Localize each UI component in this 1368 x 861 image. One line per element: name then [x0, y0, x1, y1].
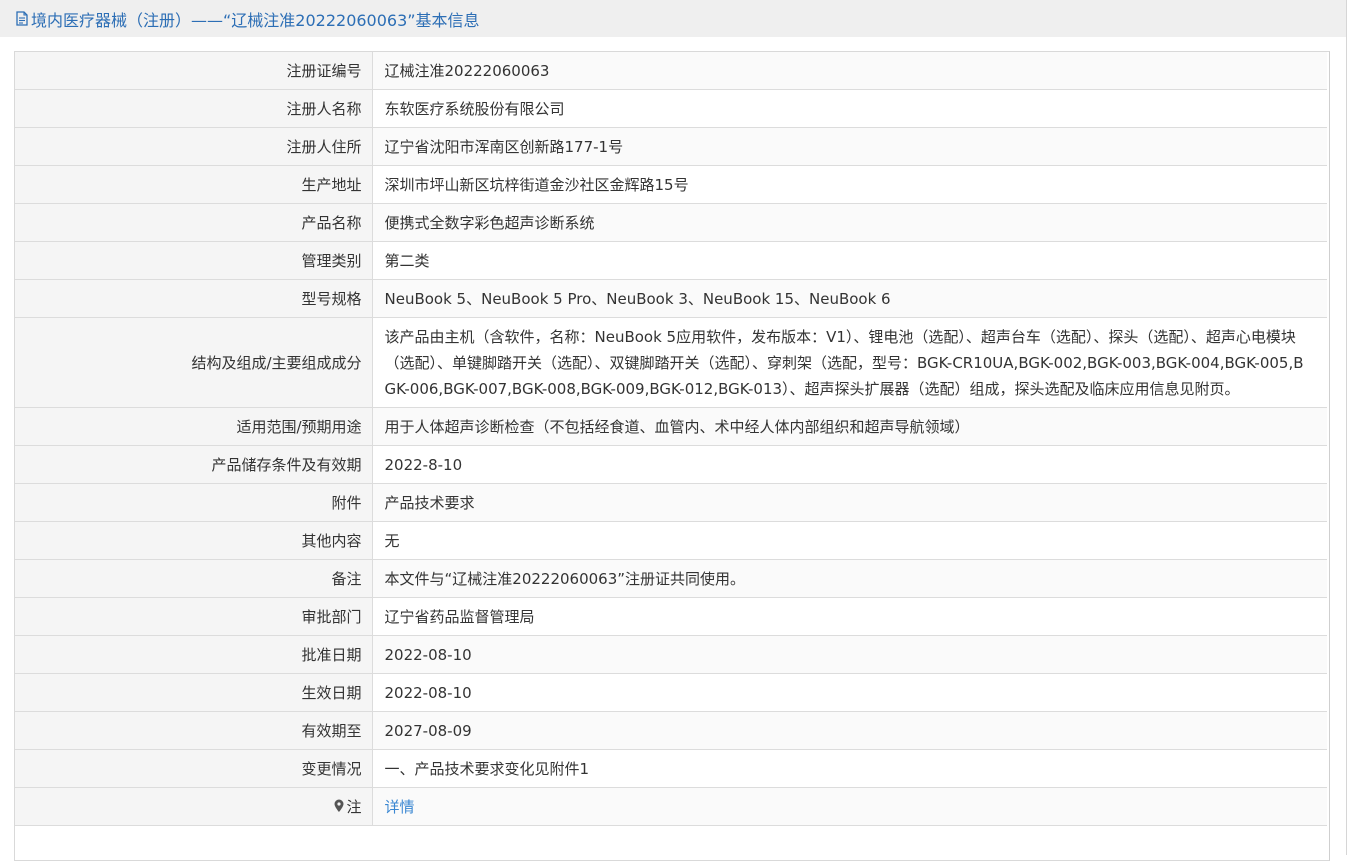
table-row: 注册人名称 东软医疗系统股份有限公司 — [15, 89, 1327, 128]
table-row: 备注 本文件与“辽械注准20222060063”注册证共同使用。 — [15, 559, 1327, 598]
field-value: 产品技术要求 — [372, 483, 1327, 522]
table-row: 管理类别 第二类 — [15, 241, 1327, 280]
field-label: 注册证编号 — [15, 52, 373, 90]
table-row: 变更情况 一、产品技术要求变化见附件1 — [15, 749, 1327, 788]
table-row-note: 注 详情 — [15, 787, 1327, 826]
scrollbar-track[interactable] — [1346, 0, 1347, 855]
field-value: 便携式全数字彩色超声诊断系统 — [372, 203, 1327, 242]
table-row: 产品名称 便携式全数字彩色超声诊断系统 — [15, 203, 1327, 242]
table-row: 其他内容无 — [15, 521, 1327, 560]
field-value: 东软医疗系统股份有限公司 — [372, 89, 1327, 128]
field-value: 本文件与“辽械注准20222060063”注册证共同使用。 — [372, 559, 1327, 598]
note-label: 注 — [346, 798, 362, 816]
field-label: 生效日期 — [15, 673, 373, 712]
field-value: 无 — [372, 521, 1327, 560]
table-row: 适用范围/预期用途 用于人体超声诊断检查（不包括经食道、血管内、术中经人体内部组织… — [15, 407, 1327, 446]
table-row: 生效日期 2022-08-10 — [15, 673, 1327, 712]
field-value: 2022-8-10 — [372, 445, 1327, 484]
field-label: 注册人住所 — [15, 127, 373, 166]
field-value: 2022-08-10 — [372, 635, 1327, 674]
field-label: 附件 — [15, 483, 373, 522]
info-table: 注册证编号 辽械注准20222060063 注册人名称 东软医疗系统股份有限公司 注册人… — [15, 52, 1327, 826]
note-value-cell: 详情 — [372, 787, 1327, 826]
field-label: 适用范围/预期用途 — [15, 407, 373, 446]
field-value: 第二类 — [372, 241, 1327, 280]
table-row: 有效期至 2027-08-09 — [15, 711, 1327, 750]
field-label: 结构及组成/主要组成成分 — [15, 317, 373, 408]
note-label-cell: 注 — [15, 787, 373, 826]
page-title: 境内医疗器械（注册）——“辽械注准20222060063”基本信息 — [31, 10, 480, 30]
field-label: 其他内容 — [15, 521, 373, 560]
field-value: 深圳市坪山新区坑梓街道金沙社区金辉路15号 — [372, 165, 1327, 204]
field-label: 变更情况 — [15, 749, 373, 788]
field-label: 注册人名称 — [15, 89, 373, 128]
table-row: 注册人住所 辽宁省沈阳市浑南区创新路177-1号 — [15, 127, 1327, 166]
table-row: 产品储存条件及有效期 2022-8-10 — [15, 445, 1327, 484]
table-row: 附件 产品技术要求 — [15, 483, 1327, 522]
field-value: 辽械注准20222060063 — [372, 52, 1327, 90]
field-value: 辽宁省药品监督管理局 — [372, 597, 1327, 636]
table-row: 注册证编号 辽械注准20222060063 — [15, 52, 1327, 90]
field-label: 备注 — [15, 559, 373, 598]
table-row: 型号规格 NeuBook 5、NeuBook 5 Pro、NeuBook 3、Ne… — [15, 279, 1327, 318]
field-label: 生产地址 — [15, 165, 373, 204]
field-label: 型号规格 — [15, 279, 373, 318]
page-header: 境内医疗器械（注册）——“辽械注准20222060063”基本信息 — [0, 0, 1346, 37]
field-value: 2027-08-09 — [372, 711, 1327, 750]
table-row: 审批部门 辽宁省药品监督管理局 — [15, 597, 1327, 636]
field-label: 管理类别 — [15, 241, 373, 280]
field-value: 该产品由主机（含软件，名称：NeuBook 5应用软件，发布版本：V1）、锂电池… — [372, 317, 1327, 408]
table-row: 结构及组成/主要组成成分 该产品由主机（含软件，名称：NeuBook 5应用软件，… — [15, 317, 1327, 408]
field-label: 批准日期 — [15, 635, 373, 674]
field-label: 产品储存条件及有效期 — [15, 445, 373, 484]
map-pin-icon — [333, 795, 345, 812]
info-panel: 注册证编号 辽械注准20222060063 注册人名称 东软医疗系统股份有限公司 注册人… — [14, 51, 1330, 861]
document-icon — [16, 11, 28, 26]
table-row: 生产地址 深圳市坪山新区坑梓街道金沙社区金辉路15号 — [15, 165, 1327, 204]
field-label: 有效期至 — [15, 711, 373, 750]
field-value: 一、产品技术要求变化见附件1 — [372, 749, 1327, 788]
details-link[interactable]: 详情 — [385, 798, 415, 816]
field-label: 审批部门 — [15, 597, 373, 636]
field-label: 产品名称 — [15, 203, 373, 242]
field-value: 2022-08-10 — [372, 673, 1327, 712]
field-value: 用于人体超声诊断检查（不包括经食道、血管内、术中经人体内部组织和超声导航领域） — [372, 407, 1327, 446]
table-row: 批准日期 2022-08-10 — [15, 635, 1327, 674]
field-value: 辽宁省沈阳市浑南区创新路177-1号 — [372, 127, 1327, 166]
field-value: NeuBook 5、NeuBook 5 Pro、NeuBook 3、NeuBoo… — [372, 279, 1327, 318]
